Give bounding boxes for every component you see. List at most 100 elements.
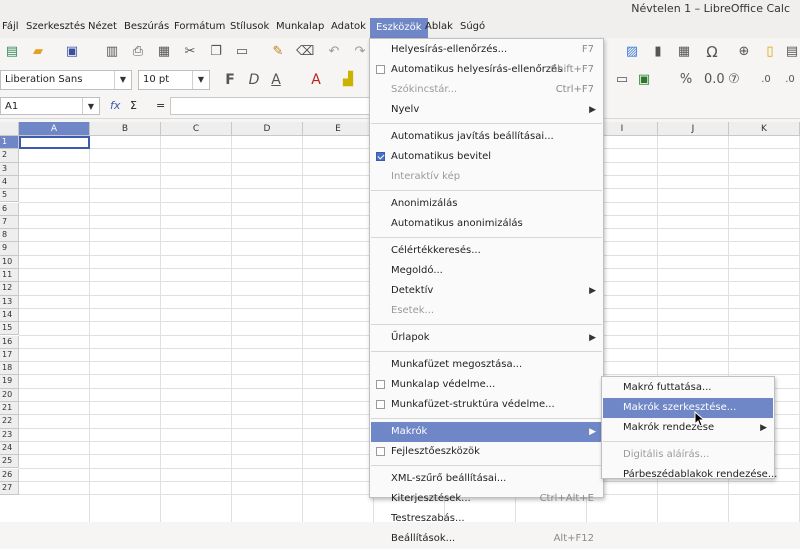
formula-icon[interactable]: = [156, 99, 165, 112]
undo-icon[interactable]: ↶ [326, 44, 342, 60]
column-header-c[interactable]: C [161, 122, 232, 136]
column-header-j[interactable]: J [658, 122, 729, 136]
chevron-down-icon[interactable]: ▼ [192, 71, 209, 89]
currency-dropdown-icon[interactable]: ▣ [636, 72, 652, 88]
row-header-21[interactable]: 21 [0, 402, 19, 416]
formula-input[interactable] [170, 97, 370, 115]
column-header-k[interactable]: K [729, 122, 800, 136]
open-folder-icon[interactable]: ▰ [30, 44, 46, 60]
menu-beszuras[interactable]: Beszúrás [124, 21, 169, 32]
menu-item-anonimizalas[interactable]: Anonimizálás [371, 194, 602, 214]
row-header-9[interactable]: 9 [0, 242, 19, 256]
menu-item-automatikus-javitas-beallitasai[interactable]: Automatikus javítás beállításai... [371, 127, 602, 147]
row-header-27[interactable]: 27 [0, 481, 19, 496]
clear-formatting-icon[interactable]: ⌫ [296, 44, 314, 60]
menu-item-urlapok[interactable]: Űrlapok ▶ [371, 328, 602, 348]
font-size-combo[interactable]: 10 pt ▼ [138, 70, 210, 90]
headers-footers-icon[interactable]: ▤ [784, 44, 800, 60]
column-header-a[interactable]: A [19, 122, 90, 136]
percent-format-icon[interactable]: % [678, 72, 694, 88]
insert-image-icon[interactable]: ▨ [624, 44, 640, 60]
menu-item-munkafuzet-megosztasa[interactable]: Munkafüzet megosztása... [371, 355, 602, 375]
date-format-icon[interactable]: ⑦ [726, 72, 742, 88]
insert-pivot-table-icon[interactable]: ▦ [676, 44, 692, 60]
row-header-14[interactable]: 14 [0, 308, 19, 323]
italic-icon[interactable]: D [246, 72, 262, 88]
row-header-11[interactable]: 11 [0, 269, 19, 283]
menu-item-celertekkereses[interactable]: Célértékkeresés... [371, 241, 602, 261]
menu-item-automatikus-bevitel[interactable]: Automatikus bevitel [371, 147, 602, 167]
clone-formatting-icon[interactable]: ✎ [270, 44, 286, 60]
menu-szerkesztes[interactable]: Szerkesztés [26, 21, 85, 32]
row-header-3[interactable]: 3 [0, 162, 19, 176]
row-header-20[interactable]: 20 [0, 388, 19, 402]
cut-icon[interactable]: ✂ [182, 44, 198, 60]
print-preview-icon[interactable]: ▦ [156, 44, 172, 60]
delete-decimal-icon[interactable]: .0 [782, 72, 798, 88]
row-header-15[interactable]: 15 [0, 322, 19, 336]
bold-icon[interactable]: F [222, 72, 238, 88]
menu-item-kiterjesztesek[interactable]: Kiterjesztések... Ctrl+Alt+E [371, 489, 602, 509]
column-header-e[interactable]: E [303, 122, 374, 136]
menu-item-automatikus-helyesiras-ellenorzes[interactable]: Automatikus helyesírás-ellenőrzés Shift+F… [371, 60, 602, 80]
row-header-2[interactable]: 2 [0, 149, 19, 163]
copy-icon[interactable]: ❐ [208, 44, 224, 60]
row-header-22[interactable]: 22 [0, 415, 19, 429]
menu-stilusok[interactable]: Stílusok [230, 21, 269, 32]
chevron-down-icon[interactable]: ▼ [114, 71, 131, 89]
special-character-icon[interactable]: Ω [704, 44, 720, 60]
menu-nezet[interactable]: Nézet [88, 21, 117, 32]
menu-item-testreszabas[interactable]: Testreszabás... [371, 509, 602, 529]
menu-item-makrok-rendezese[interactable]: Makrók rendezése ▶ [603, 418, 773, 438]
number-format-icon[interactable]: 0.0 [704, 72, 725, 88]
row-header-23[interactable]: 23 [0, 428, 19, 442]
currency-format-icon[interactable]: ▭ [614, 72, 630, 88]
row-header-24[interactable]: 24 [0, 441, 19, 456]
name-box[interactable]: A1 ▼ [0, 97, 100, 115]
menu-formatum[interactable]: Formátum [174, 21, 225, 32]
menu-item-makro-futtatasa[interactable]: Makró futtatása... [603, 378, 773, 398]
menu-sugo[interactable]: Súgó [460, 21, 485, 32]
row-header-18[interactable]: 18 [0, 362, 19, 376]
column-header-b[interactable]: B [90, 122, 161, 136]
row-header-4[interactable]: 4 [0, 175, 19, 190]
row-header-19[interactable]: 19 [0, 375, 19, 389]
redo-icon[interactable]: ↷ [352, 44, 368, 60]
menu-munkalap[interactable]: Munkalap [276, 21, 324, 32]
insert-chart-icon[interactable]: ▮ [650, 44, 666, 60]
menu-item-megoldo[interactable]: Megoldó... [371, 261, 602, 281]
add-decimal-icon[interactable]: .0 [758, 72, 774, 88]
font-name-combo[interactable]: Liberation Sans ▼ [0, 70, 132, 90]
column-header-d[interactable]: D [232, 122, 303, 136]
row-header-25[interactable]: 25 [0, 455, 19, 469]
row-header-13[interactable]: 13 [0, 295, 19, 309]
underline-icon[interactable]: A [268, 72, 284, 88]
menu-item-helyesiras-ellenorzes[interactable]: Helyesírás-ellenőrzés... F7 [371, 40, 602, 60]
chevron-down-icon[interactable]: ▼ [82, 98, 99, 114]
menu-item-munkafuzet-struktura-vedelme[interactable]: Munkafüzet-struktúra védelme... [371, 395, 602, 415]
export-pdf-icon[interactable]: ▥ [104, 44, 120, 60]
select-all-corner[interactable] [0, 122, 19, 136]
sum-icon[interactable]: Σ [130, 99, 137, 112]
row-header-6[interactable]: 6 [0, 202, 19, 216]
row-header-12[interactable]: 12 [0, 282, 19, 296]
save-icon[interactable]: ▣ [64, 44, 80, 60]
menu-ablak[interactable]: Ablak [425, 21, 453, 32]
row-header-26[interactable]: 26 [0, 468, 19, 482]
menu-item-xml-szuro-beallitasai[interactable]: XML-szűrő beállításai... [371, 469, 602, 489]
row-header-8[interactable]: 8 [0, 229, 19, 243]
menu-item-fejlesztoeszkozok[interactable]: Fejlesztőeszközök [371, 442, 602, 462]
row-header-1[interactable]: 1 [0, 136, 19, 150]
row-header-7[interactable]: 7 [0, 215, 19, 230]
menu-item-makrok-szerkesztese[interactable]: Makrók szerkesztése... [603, 398, 773, 418]
hyperlink-icon[interactable]: ⊕ [736, 44, 752, 60]
menu-item-munkalap-vedelme[interactable]: Munkalap védelme... [371, 375, 602, 395]
menu-eszkozok[interactable]: Eszközök [370, 18, 428, 38]
comment-icon[interactable]: ▯ [762, 44, 778, 60]
menu-item-beallitasok[interactable]: Beállítások... Alt+F12 [371, 529, 602, 549]
menu-item-detektiv[interactable]: Detektív ▶ [371, 281, 602, 301]
menu-item-makrok[interactable]: Makrók ▶ [371, 422, 602, 442]
row-header-10[interactable]: 10 [0, 255, 19, 269]
print-icon[interactable]: ⎙ [130, 44, 146, 60]
highlight-color-icon[interactable]: ▟ [340, 72, 356, 88]
